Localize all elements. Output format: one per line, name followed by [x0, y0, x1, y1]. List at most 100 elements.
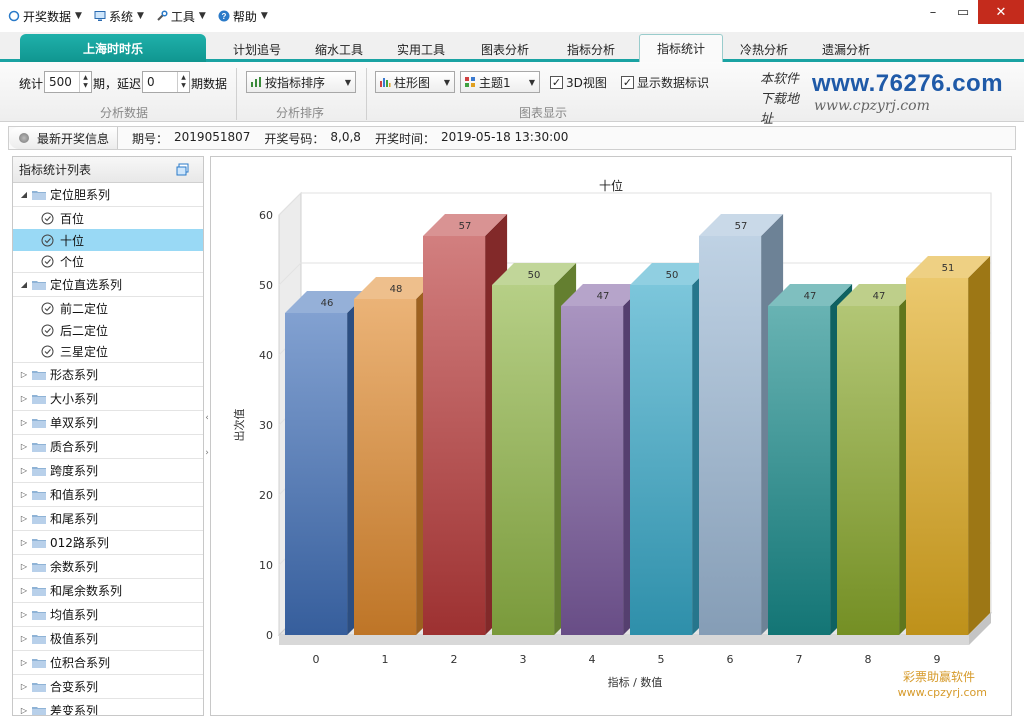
- tree-group[interactable]: ▷ 均值系列: [13, 603, 203, 627]
- delay-value[interactable]: 0: [143, 75, 177, 89]
- theme-dropdown[interactable]: 主题1 ▼: [460, 71, 540, 93]
- chevron-left-icon[interactable]: ‹: [205, 413, 209, 423]
- collapsed-arrow-icon[interactable]: ▷: [19, 418, 29, 427]
- collapsed-arrow-icon[interactable]: ▷: [19, 466, 29, 475]
- tab-1[interactable]: 缩水工具: [297, 37, 381, 62]
- delay-stepper[interactable]: 0 ▲ ▼: [142, 71, 190, 93]
- x-tick-label: 8: [865, 653, 872, 666]
- menu-item-0[interactable]: 开奖数据 ▼: [0, 0, 86, 32]
- expanded-arrow-icon[interactable]: ◢: [19, 190, 29, 199]
- restore-button[interactable]: ▭: [948, 0, 978, 24]
- tree-group[interactable]: ▷ 质合系列: [13, 435, 203, 459]
- collapsed-arrow-icon[interactable]: ▷: [19, 394, 29, 403]
- checkbox-checked-icon[interactable]: ✓: [550, 76, 563, 89]
- view3d-checkbox[interactable]: ✓ 3D视图: [550, 74, 607, 91]
- tab-brand[interactable]: 上海时时乐: [20, 34, 206, 62]
- tree-group[interactable]: ▷ 合变系列: [13, 675, 203, 699]
- collapsed-arrow-icon[interactable]: ▷: [19, 634, 29, 643]
- tree-group[interactable]: ▷ 形态系列: [13, 363, 203, 387]
- expanded-arrow-icon[interactable]: ◢: [19, 280, 29, 289]
- tree-group[interactable]: ▷ 和尾系列: [13, 507, 203, 531]
- issue-field: 期号： 2019051807: [132, 130, 250, 147]
- tab-7[interactable]: 遗漏分析: [802, 37, 890, 62]
- circle-icon: [8, 10, 20, 22]
- tab-6[interactable]: 冷热分析: [720, 37, 808, 62]
- menu-item-2[interactable]: 工具 ▼: [148, 0, 210, 32]
- y-tick-label: 20: [259, 489, 273, 502]
- time-field: 开奖时间： 2019-05-18 13:30:00: [375, 130, 568, 147]
- tree-group[interactable]: ▷ 和值系列: [13, 483, 203, 507]
- tab-3[interactable]: 图表分析: [461, 37, 549, 62]
- tree-group-label: 定位胆系列: [50, 188, 111, 202]
- view3d-label: 3D视图: [566, 76, 607, 90]
- collapsed-arrow-icon[interactable]: ▷: [19, 682, 29, 691]
- chart-type-dropdown[interactable]: 柱形图 ▼: [375, 71, 455, 93]
- issue-label: 期号：: [132, 131, 169, 146]
- tree-group[interactable]: ◢ 定位胆系列: [13, 183, 203, 207]
- time-value: 2019-05-18 13:30:00: [440, 129, 569, 144]
- chevron-right-icon[interactable]: ›: [205, 448, 209, 458]
- tab-2[interactable]: 实用工具: [379, 37, 463, 62]
- collapsed-arrow-icon[interactable]: ▷: [19, 490, 29, 499]
- tree-item[interactable]: 百位: [13, 207, 203, 229]
- folder-icon: [32, 394, 46, 404]
- menu-item-3[interactable]: ? 帮助 ▼: [210, 0, 272, 32]
- tree-group[interactable]: ◢ 定位直选系列: [13, 273, 203, 297]
- folder-icon: [32, 706, 46, 715]
- minimize-button[interactable]: –: [918, 0, 948, 24]
- bar: [492, 285, 555, 635]
- tree-item[interactable]: 个位: [13, 251, 203, 273]
- tree-group[interactable]: ▷ 极值系列: [13, 627, 203, 651]
- show-labels-label: 显示数据标识: [637, 76, 710, 90]
- latest-draw-button[interactable]: 最新开奖信息: [9, 127, 119, 149]
- tree-group[interactable]: ▷ 跨度系列: [13, 459, 203, 483]
- tree-group[interactable]: ▷ 差变系列: [13, 699, 203, 715]
- tree-group[interactable]: ▷ 012路系列: [13, 531, 203, 555]
- collapsed-arrow-icon[interactable]: ▷: [19, 514, 29, 523]
- tree-group[interactable]: ▷ 单双系列: [13, 411, 203, 435]
- close-button[interactable]: ✕: [978, 0, 1024, 24]
- tree-group[interactable]: ▷ 和尾余数系列: [13, 579, 203, 603]
- tree-item-label: 百位: [60, 211, 85, 226]
- copy-icon[interactable]: [176, 163, 189, 176]
- tree-item[interactable]: 前二定位: [13, 297, 203, 319]
- checkbox-checked-icon[interactable]: ✓: [621, 76, 634, 89]
- tree-item[interactable]: 十位: [13, 229, 203, 251]
- collapsed-arrow-icon[interactable]: ▷: [19, 586, 29, 595]
- collapsed-arrow-icon[interactable]: ▷: [19, 442, 29, 451]
- tab-5[interactable]: 指标统计: [639, 34, 723, 62]
- x-tick-label: 4: [589, 653, 596, 666]
- stat-stepper[interactable]: 500 ▲ ▼: [44, 71, 92, 93]
- tree-group[interactable]: ▷ 大小系列: [13, 387, 203, 411]
- collapsed-arrow-icon[interactable]: ▷: [19, 562, 29, 571]
- collapsed-arrow-icon[interactable]: ▷: [19, 370, 29, 379]
- bar-chart: 0 10 20 30 40 50 60 46 0 48 1 57 2 50 3 47 4 50 5 57 6 47 7 47 8…: [232, 178, 993, 689]
- collapsed-arrow-icon[interactable]: ▷: [19, 706, 29, 715]
- tab-0[interactable]: 计划追号: [215, 37, 299, 62]
- watermark-logo: 本软件 下载地址 www.76276.com www.cpzyrj.com: [758, 68, 1008, 127]
- tree-item[interactable]: 后二定位: [13, 319, 203, 341]
- tree-item[interactable]: 三星定位: [13, 341, 203, 363]
- tree-group-label: 合变系列: [50, 680, 99, 694]
- chevron-down-icon: ▼: [260, 11, 268, 21]
- data-label: 46: [321, 298, 334, 309]
- collapsed-arrow-icon[interactable]: ▷: [19, 658, 29, 667]
- watermark-url-main: www.76276.com: [812, 70, 1004, 97]
- collapsed-arrow-icon[interactable]: ▷: [19, 610, 29, 619]
- stepper-arrows-icon[interactable]: ▲ ▼: [177, 72, 189, 92]
- x-tick-label: 9: [934, 653, 941, 666]
- clock-icon: [41, 212, 54, 224]
- folder-icon: [32, 538, 46, 548]
- tree-group[interactable]: ▷ 位积合系列: [13, 651, 203, 675]
- menu-item-1[interactable]: 系统 ▼: [86, 0, 148, 32]
- stat-value[interactable]: 500: [45, 75, 79, 89]
- tab-4[interactable]: 指标分析: [547, 37, 635, 62]
- tree-group[interactable]: ▷ 余数系列: [13, 555, 203, 579]
- menu-item-label: 帮助: [232, 9, 257, 24]
- data-label: 51: [942, 263, 955, 274]
- data-label: 50: [528, 270, 541, 281]
- collapsed-arrow-icon[interactable]: ▷: [19, 538, 29, 547]
- show-labels-checkbox[interactable]: ✓ 显示数据标识: [621, 74, 709, 91]
- sort-dropdown[interactable]: 按指标排序 ▼: [246, 71, 356, 93]
- stepper-arrows-icon[interactable]: ▲ ▼: [79, 72, 91, 92]
